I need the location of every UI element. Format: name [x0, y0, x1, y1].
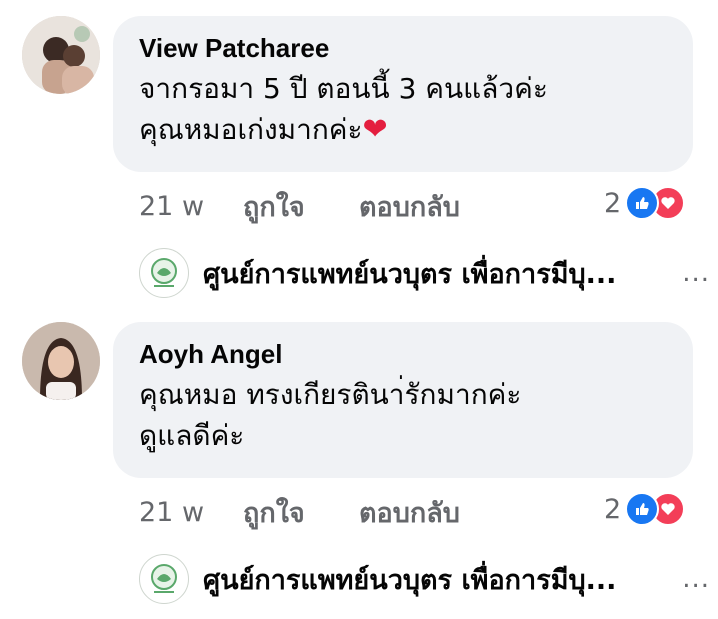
avatar[interactable] — [22, 322, 100, 400]
comment-actions: 21 w ถูกใจ ตอบกลับ — [139, 492, 460, 532]
reaction-summary[interactable]: 2 — [604, 186, 686, 220]
comment-text: คุณหมอ ทรงเกียรตินา่รักมากค่ะ ดูแลดีค่ะ — [139, 374, 665, 456]
reply-preview[interactable]: ศูนย์การแพทย์นวบุตร เพื่อการมีบุ... ... — [139, 248, 718, 298]
reply-button[interactable]: ตอบกลับ — [359, 491, 460, 534]
timestamp[interactable]: 21 w — [139, 497, 243, 528]
like-icon — [625, 492, 660, 526]
heart-emoji: ❤ — [362, 112, 388, 147]
comment-author[interactable]: Aoyh Angel — [139, 338, 665, 370]
avatar[interactable] — [22, 16, 100, 94]
reply-preview[interactable]: ศูนย์การแพทย์นวบุตร เพื่อการมีบุ... ... — [139, 554, 718, 604]
like-icon — [625, 186, 660, 220]
reaction-count: 2 — [604, 493, 622, 525]
timestamp[interactable]: 21 w — [139, 191, 243, 222]
comment-line: คุณหมอเก่งมากค่ะ — [139, 113, 363, 146]
comment: View Patcharee จากรอมา 5 ปี ตอนนี้ 3 คนแ… — [0, 0, 718, 300]
comment-bubble: Aoyh Angel คุณหมอ ทรงเกียรตินา่รักมากค่ะ… — [113, 322, 693, 478]
comment-bubble: View Patcharee จากรอมา 5 ปี ตอนนี้ 3 คนแ… — [113, 16, 693, 172]
reaction-summary[interactable]: 2 — [604, 492, 686, 526]
comment-actions: 21 w ถูกใจ ตอบกลับ — [139, 186, 460, 226]
page-avatar[interactable] — [139, 554, 189, 604]
page-avatar[interactable] — [139, 248, 189, 298]
reaction-count: 2 — [604, 187, 622, 219]
comment-line: คุณหมอ ทรงเกียรตินา่รักมากค่ะ — [139, 378, 522, 411]
comment-line: ดูแลดีค่ะ — [139, 419, 245, 452]
comment-line-with-emoji: คุณหมอเก่งมากค่ะ❤ — [139, 109, 665, 150]
like-button[interactable]: ถูกใจ — [243, 185, 359, 228]
more-options-icon[interactable]: ... — [682, 564, 710, 594]
comment-line: จากรอมา 5 ปี ตอนนี้ 3 คนแล้วค่ะ — [139, 72, 548, 105]
reply-author[interactable]: ศูนย์การแพทย์นวบุตร เพื่อการมีบุ... — [203, 558, 616, 601]
reply-button[interactable]: ตอบกลับ — [359, 185, 460, 228]
comment: Aoyh Angel คุณหมอ ทรงเกียรตินา่รักมากค่ะ… — [0, 306, 718, 619]
reply-author[interactable]: ศูนย์การแพทย์นวบุตร เพื่อการมีบุ... — [203, 252, 616, 295]
comment-text: จากรอมา 5 ปี ตอนนี้ 3 คนแล้วค่ะ คุณหมอเก… — [139, 68, 665, 150]
like-button[interactable]: ถูกใจ — [243, 491, 359, 534]
comment-author[interactable]: View Patcharee — [139, 32, 665, 64]
more-options-icon[interactable]: ... — [682, 258, 710, 288]
